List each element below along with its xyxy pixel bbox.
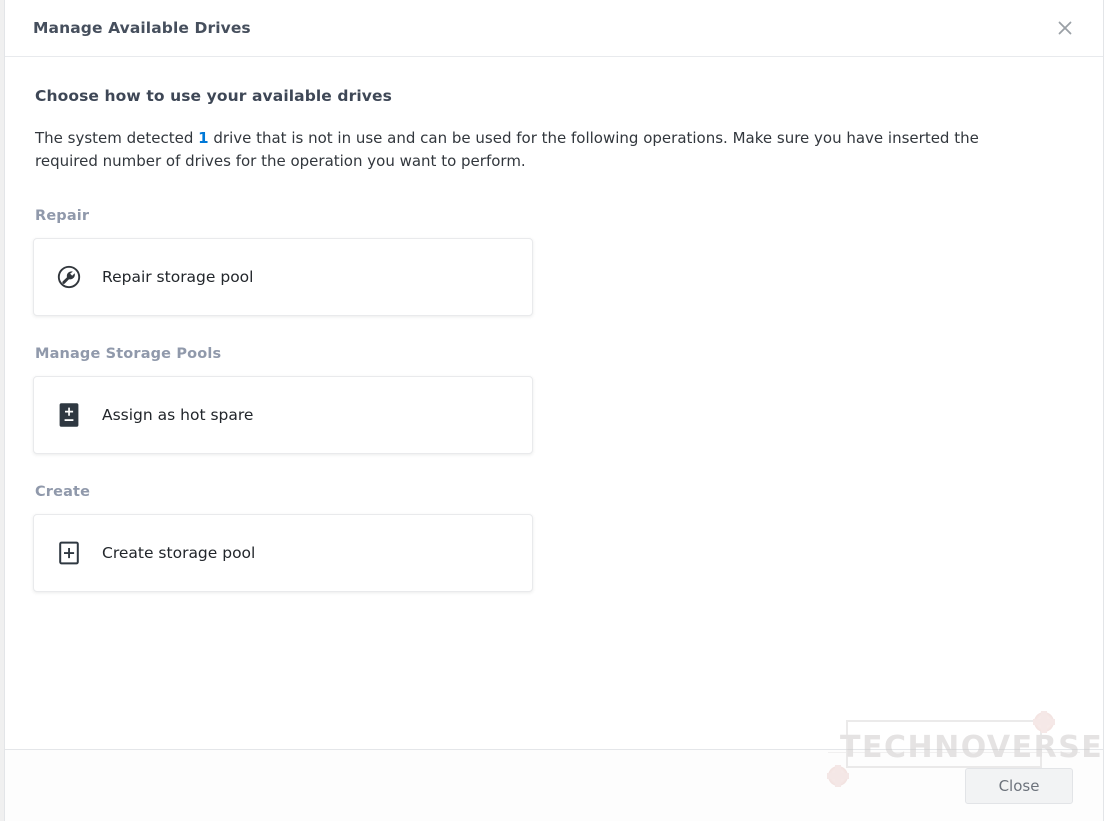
manage-available-drives-dialog: Manage Available Drives Choose how to us… [4, 0, 1104, 821]
page-heading: Choose how to use your available drives [35, 87, 392, 105]
hot-spare-icon-glyph [59, 402, 79, 427]
dialog-footer: Close [5, 749, 1103, 821]
option-label: Create storage pool [102, 543, 256, 562]
group-label-manage-storage-pools: Manage Storage Pools [35, 345, 222, 362]
option-create-storage-pool[interactable]: Create storage pool [33, 513, 533, 592]
group-label-repair: Repair [35, 207, 90, 224]
dialog-body: Choose how to use your available drives … [5, 57, 1103, 749]
dialog-title: Manage Available Drives [33, 19, 251, 37]
option-assign-as-hot-spare[interactable]: Assign as hot spare [33, 375, 533, 454]
option-label: Repair storage pool [102, 267, 254, 286]
group-label-create: Create [35, 483, 91, 500]
wrench-circle-icon [54, 262, 84, 292]
intro-text-before: The system detected [35, 129, 199, 147]
wrench-circle-icon-glyph [57, 265, 81, 288]
option-repair-storage-pool[interactable]: Repair storage pool [33, 237, 533, 316]
detected-drive-count: 1 [198, 129, 209, 147]
close-icon-glyph [1058, 21, 1072, 35]
close-button[interactable]: Close [965, 767, 1073, 804]
close-icon[interactable] [1051, 14, 1079, 42]
hot-spare-icon [54, 400, 84, 430]
dialog-titlebar: Manage Available Drives [5, 0, 1103, 57]
plus-square-icon-glyph [59, 541, 79, 565]
intro-paragraph: The system detected 1 drive that is not … [35, 127, 1035, 174]
plus-square-icon [54, 538, 84, 568]
option-label: Assign as hot spare [102, 405, 254, 424]
